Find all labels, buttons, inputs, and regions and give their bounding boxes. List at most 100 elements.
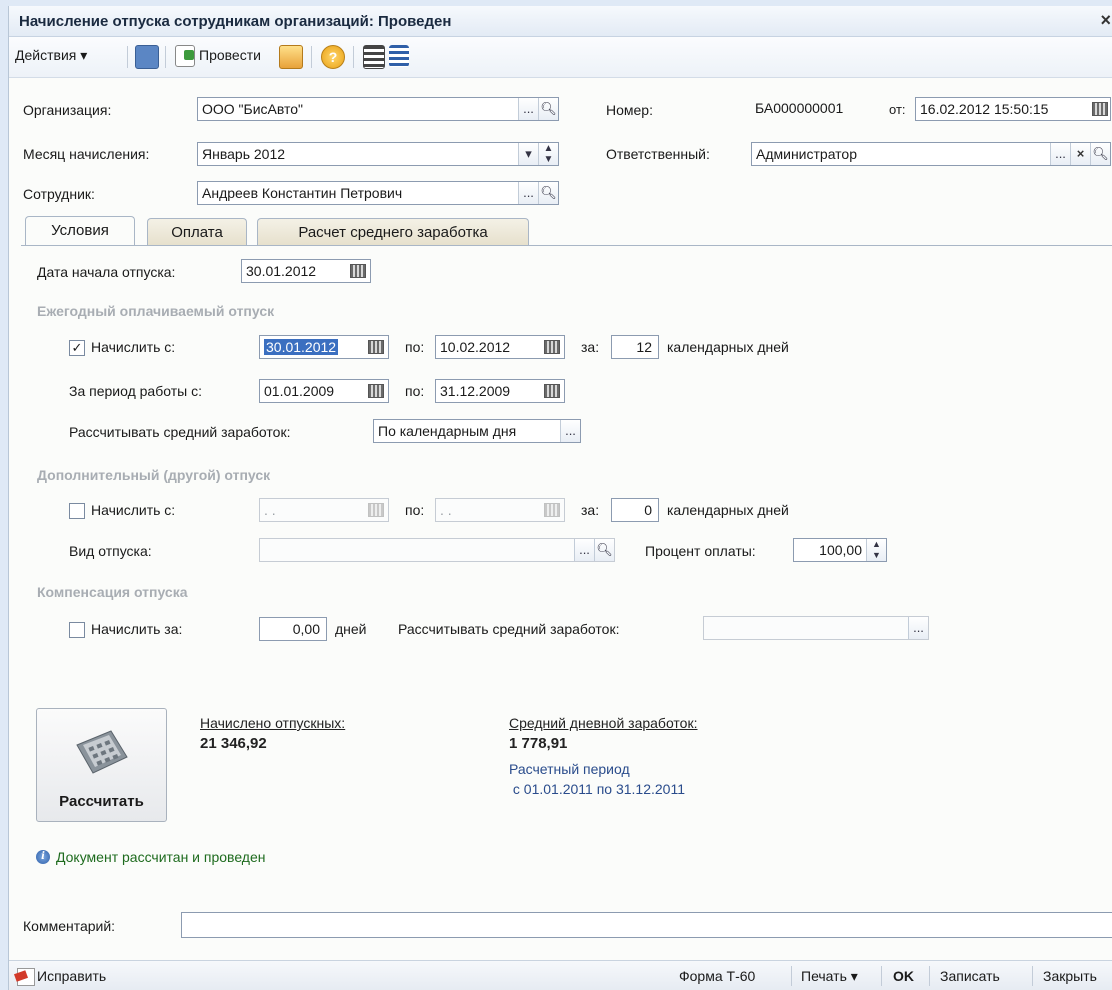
extra-days-field[interactable]: 0 <box>611 498 659 522</box>
calendar-icon[interactable] <box>544 340 560 354</box>
select-ellipsis-icon[interactable]: ... <box>518 98 538 120</box>
footer-separator <box>1032 966 1033 986</box>
employee-field[interactable]: Андреев Константин Петрович ... 🔍︎ <box>197 181 559 205</box>
annual-for-label: за: <box>581 339 600 355</box>
list-settings-icon[interactable] <box>389 45 409 67</box>
work-period-to-label: по: <box>405 383 425 399</box>
select-ellipsis-icon[interactable]: ... <box>518 182 538 204</box>
form-t60-button[interactable]: Форма Т-60 <box>679 968 755 984</box>
annual-days-unit: календарных дней <box>667 339 789 355</box>
print-menu[interactable]: Печать ▾ <box>801 968 858 985</box>
fix-button[interactable]: Исправить <box>37 968 106 984</box>
month-field[interactable]: Январь 2012 ▾ ▲ ▼ <box>197 142 559 166</box>
annual-accrue-label: Начислить с: <box>91 339 176 355</box>
actions-menu[interactable]: Действия ▾ <box>15 47 87 64</box>
ok-button[interactable]: OK <box>893 968 914 984</box>
comment-field[interactable] <box>181 912 1112 938</box>
spin-stepper-icon[interactable]: ▲ ▼ <box>538 143 558 165</box>
movements-report-icon[interactable] <box>279 45 303 69</box>
responsible-label: Ответственный: <box>606 146 710 162</box>
annual-to-value: 10.02.2012 <box>440 339 511 355</box>
calculate-button[interactable]: Рассчитать <box>36 708 167 822</box>
accrued-link[interactable]: Начислено отпускных: <box>200 715 345 731</box>
clear-icon[interactable]: × <box>1070 143 1090 165</box>
calendar-icon[interactable] <box>368 503 384 517</box>
vacation-start-value: 30.01.2012 <box>246 263 317 279</box>
search-icon[interactable]: 🔍︎ <box>538 182 558 204</box>
document-date-field[interactable]: 16.02.2012 15:50:15 <box>915 97 1111 121</box>
help-icon[interactable]: ? <box>321 45 345 69</box>
extra-days-unit: календарных дней <box>667 502 789 518</box>
annual-accrue-checkbox[interactable]: ✓ <box>69 340 85 356</box>
extra-days-value: 0 <box>644 502 652 518</box>
post-and-close-icon[interactable] <box>135 45 159 69</box>
extra-accrue-checkbox[interactable] <box>69 503 85 519</box>
vacation-start-field[interactable]: 30.01.2012 <box>241 259 371 283</box>
compensation-days-field[interactable]: 0,00 <box>259 617 327 641</box>
tab-average-earnings[interactable]: Расчет среднего заработка <box>257 218 529 246</box>
date-from-label: от: <box>889 102 906 117</box>
select-ellipsis-icon[interactable]: ... <box>574 539 594 561</box>
save-button[interactable]: Записать <box>940 968 1000 984</box>
extra-vacation-header: Дополнительный (другой) отпуск <box>37 467 271 483</box>
month-label: Месяц начисления: <box>23 146 150 162</box>
annual-to-label: по: <box>405 339 425 355</box>
compensation-avg-label: Рассчитывать средний заработок: <box>398 621 620 637</box>
calendar-icon[interactable] <box>368 340 384 354</box>
annual-to-field[interactable]: 10.02.2012 <box>435 335 565 359</box>
tab-payment[interactable]: Оплата <box>147 218 247 246</box>
annual-from-field[interactable]: 30.01.2012 <box>259 335 389 359</box>
structure-icon[interactable] <box>363 45 385 69</box>
calc-period-title: Расчетный период <box>509 761 630 777</box>
pay-percent-field[interactable]: 100,00 ▲ ▼ <box>793 538 887 562</box>
select-ellipsis-icon[interactable]: ... <box>1050 143 1070 165</box>
document-window: Начисление отпуска сотрудникам организац… <box>8 6 1112 990</box>
work-period-to-field[interactable]: 31.12.2009 <box>435 379 565 403</box>
calendar-icon[interactable] <box>350 264 366 278</box>
month-value: Январь 2012 <box>202 146 286 162</box>
info-message: Документ рассчитан и проведен <box>56 849 266 865</box>
footer-separator <box>791 966 792 986</box>
compensation-checkbox[interactable] <box>69 622 85 638</box>
calendar-icon[interactable] <box>544 503 560 517</box>
responsible-field[interactable]: Администратор ... × 🔍︎ <box>751 142 1111 166</box>
post-button[interactable]: Провести <box>199 47 261 63</box>
calendar-icon[interactable] <box>544 384 560 398</box>
annual-vacation-header: Ежегодный оплачиваемый отпуск <box>37 303 275 319</box>
calculator-icon <box>76 730 128 774</box>
window-title: Начисление отпуска сотрудникам организац… <box>19 13 452 30</box>
work-period-label: За период работы с: <box>69 383 202 399</box>
work-period-from-field[interactable]: 01.01.2009 <box>259 379 389 403</box>
annual-days-field[interactable]: 12 <box>611 335 659 359</box>
vacation-type-field[interactable]: ... 🔍︎ <box>259 538 615 562</box>
extra-to-field[interactable]: . . <box>435 498 565 522</box>
extra-to-label: по: <box>405 502 425 518</box>
vacation-start-label: Дата начала отпуска: <box>37 264 176 280</box>
search-icon[interactable]: 🔍︎ <box>1090 143 1110 165</box>
chevron-down-icon[interactable]: ▾ <box>518 143 538 165</box>
select-ellipsis-icon[interactable]: ... <box>908 617 928 639</box>
responsible-value: Администратор <box>756 146 858 162</box>
extra-to-value: . . <box>440 502 452 518</box>
work-period-to-value: 31.12.2009 <box>440 383 511 399</box>
organization-field[interactable]: ООО "БисАвто" ... 🔍︎ <box>197 97 559 121</box>
compensation-days-unit: дней <box>335 621 367 637</box>
organization-value: ООО "БисАвто" <box>202 101 304 117</box>
search-icon[interactable]: 🔍︎ <box>538 98 558 120</box>
avg-daily-link[interactable]: Средний дневной заработок: <box>509 715 698 731</box>
annual-days-value: 12 <box>636 339 652 355</box>
title-bar: Начисление отпуска сотрудникам организац… <box>9 6 1112 37</box>
tab-conditions[interactable]: Условия <box>25 216 135 246</box>
avg-calc-field[interactable]: По календарным дня ... <box>373 419 581 443</box>
search-icon[interactable]: 🔍︎ <box>594 539 614 561</box>
close-icon[interactable]: × <box>1100 10 1111 31</box>
extra-from-field[interactable]: . . <box>259 498 389 522</box>
spin-stepper-icon[interactable]: ▲ ▼ <box>866 539 886 561</box>
toolbar: Действия ▾ Провести ? <box>9 37 1112 78</box>
calendar-icon[interactable] <box>368 384 384 398</box>
select-ellipsis-icon[interactable]: ... <box>560 420 580 442</box>
close-button[interactable]: Закрыть <box>1043 968 1097 984</box>
calendar-icon[interactable] <box>1092 102 1108 116</box>
compensation-avg-field[interactable]: ... <box>703 616 929 640</box>
vacation-type-label: Вид отпуска: <box>69 543 152 559</box>
